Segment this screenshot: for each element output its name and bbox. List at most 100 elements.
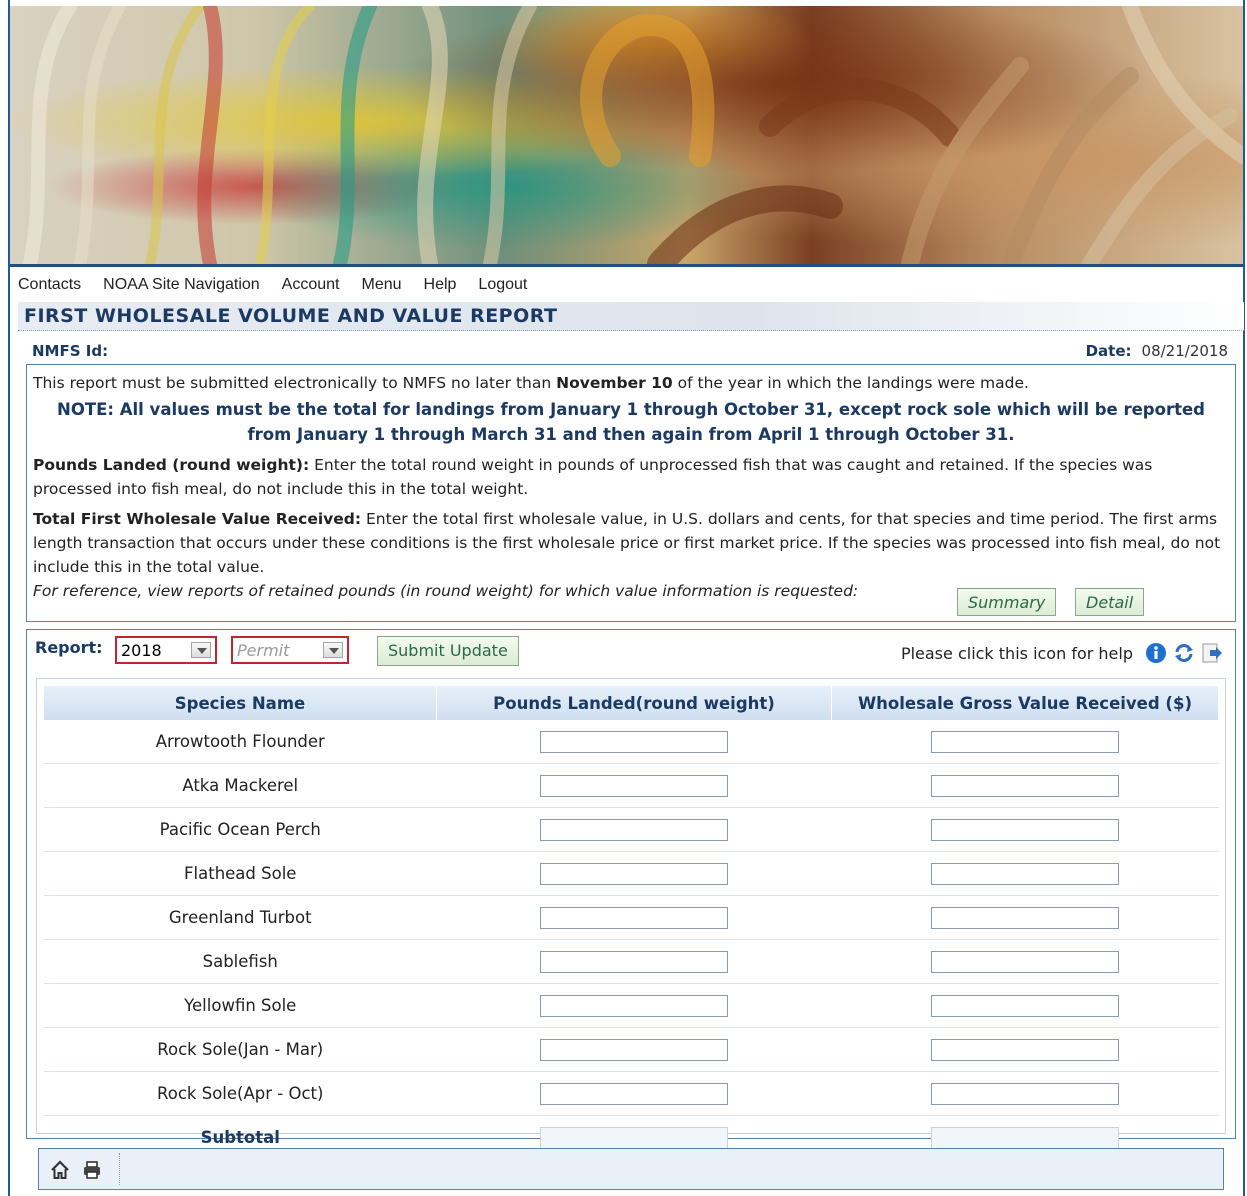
pounds-input[interactable] [540,774,728,797]
value-input[interactable] [931,994,1119,1017]
table-row: Greenland Turbot [44,895,1219,940]
value-instructions: Total First Wholesale Value Received: En… [33,507,1229,579]
species-name: Greenland Turbot [44,895,437,940]
pounds-input[interactable] [540,950,728,973]
value-cell [831,720,1219,764]
species-grid: Species Name Pounds Landed(round weight)… [36,678,1226,1149]
species-name: Rock Sole(Apr - Oct) [44,1071,437,1116]
date-value: 08/21/2018 [1141,342,1228,360]
value-cell [831,851,1219,896]
value-cell [831,895,1219,940]
pounds-input[interactable] [540,1082,728,1105]
pounds-cell [436,720,832,764]
print-icon[interactable] [81,1159,103,1181]
table-row: Atka Mackerel [44,763,1219,808]
pounds-input[interactable] [540,730,728,753]
value-heading: Total First Wholesale Value Received: [33,510,362,528]
value-input[interactable] [931,818,1119,841]
nav-menu[interactable]: Menu [361,272,401,298]
nav-help[interactable]: Help [424,272,457,298]
pounds-cell [436,939,832,984]
pounds-cell [436,851,832,896]
value-cell [831,939,1219,984]
pounds-cell [436,807,832,852]
value-input[interactable] [931,1038,1119,1061]
pounds-input[interactable] [540,906,728,929]
instructions-box: This report must be submitted electronic… [26,364,1236,622]
home-icon[interactable] [49,1159,71,1181]
permit-select[interactable]: Permit [231,636,349,664]
table-row: Arrowtooth Flounder [44,720,1219,764]
value-cell [831,983,1219,1028]
summary-button[interactable]: Summary [957,588,1057,616]
col-pounds-landed: Pounds Landed(round weight) [436,686,832,720]
nav-account[interactable]: Account [282,272,340,298]
col-wholesale-value: Wholesale Gross Value Received ($) [831,686,1219,720]
value-cell [831,763,1219,808]
value-input[interactable] [931,730,1119,753]
species-name: Pacific Ocean Perch [44,807,437,852]
pounds-heading: Pounds Landed (round weight): [33,456,310,474]
pounds-instructions: Pounds Landed (round weight): Enter the … [33,453,1229,501]
rope-pattern [23,6,1243,264]
intro-pre: This report must be submitted electronic… [33,374,557,392]
info-icon[interactable] [1145,642,1167,664]
pounds-cell [436,1071,832,1116]
value-subtotal-field [931,1126,1119,1149]
note-text: NOTE: All values must be the total for l… [57,400,1205,444]
value-cell [831,1071,1219,1116]
pounds-input[interactable] [540,818,728,841]
species-name: Rock Sole(Jan - Mar) [44,1027,437,1072]
chevron-down-icon[interactable] [191,642,211,658]
table-row: Rock Sole(Jan - Mar) [44,1027,1219,1072]
help-text: Please click this icon for help [900,644,1133,663]
pounds-input[interactable] [540,994,728,1017]
report-label: Report: [35,638,103,657]
nav-noaa-site-navigation[interactable]: NOAA Site Navigation [103,272,260,298]
value-cell [831,807,1219,852]
refresh-icon[interactable] [1173,642,1195,664]
detail-button[interactable]: Detail [1075,588,1145,616]
year-select-value: 2018 [121,641,162,660]
year-select[interactable]: 2018 [115,636,217,664]
value-input[interactable] [931,950,1119,973]
pounds-cell [436,1027,832,1072]
species-name: Flathead Sole [44,851,437,896]
footer-toolbar [38,1148,1224,1190]
banner-image [10,6,1243,267]
table-row: Sablefish [44,939,1219,984]
top-nav: Contacts NOAA Site Navigation Account Me… [18,272,549,298]
footer-divider [119,1153,120,1185]
pounds-input[interactable] [540,862,728,885]
intro-post: of the year in which the landings were m… [672,374,1029,392]
pounds-cell [436,895,832,940]
id-date-row: NMFS Id: Date: 08/21/2018 [32,342,1228,362]
value-input[interactable] [931,862,1119,885]
table-row: Rock Sole(Apr - Oct) [44,1071,1219,1116]
nav-contacts[interactable]: Contacts [18,272,81,298]
value-cell [831,1027,1219,1072]
value-input[interactable] [931,906,1119,929]
table-row: Flathead Sole [44,851,1219,896]
chevron-down-icon[interactable] [323,642,343,658]
report-form: Report: 2018 Permit Submit Update Please… [26,629,1236,1149]
species-name: Sablefish [44,939,437,984]
export-icon[interactable] [1201,642,1223,664]
pounds-input[interactable] [540,1038,728,1061]
table-row: Pacific Ocean Perch [44,807,1219,852]
nmfs-id-label: NMFS Id: [32,342,109,360]
pounds-subtotal-field [540,1126,728,1149]
table-row: Yellowfin Sole [44,983,1219,1028]
intro-deadline: November 10 [556,374,673,392]
value-input[interactable] [931,1082,1119,1105]
submit-update-button[interactable]: Submit Update [377,636,519,666]
species-name: Yellowfin Sole [44,983,437,1028]
nav-logout[interactable]: Logout [478,272,527,298]
pounds-cell [436,763,832,808]
col-species-name: Species Name [44,686,437,720]
permit-select-placeholder: Permit [237,641,290,660]
value-input[interactable] [931,774,1119,797]
species-name: Arrowtooth Flounder [44,720,437,764]
page-title-bar: FIRST WHOLESALE VOLUME AND VALUE REPORT [18,302,1244,331]
table-header-row: Species Name Pounds Landed(round weight)… [44,686,1219,720]
